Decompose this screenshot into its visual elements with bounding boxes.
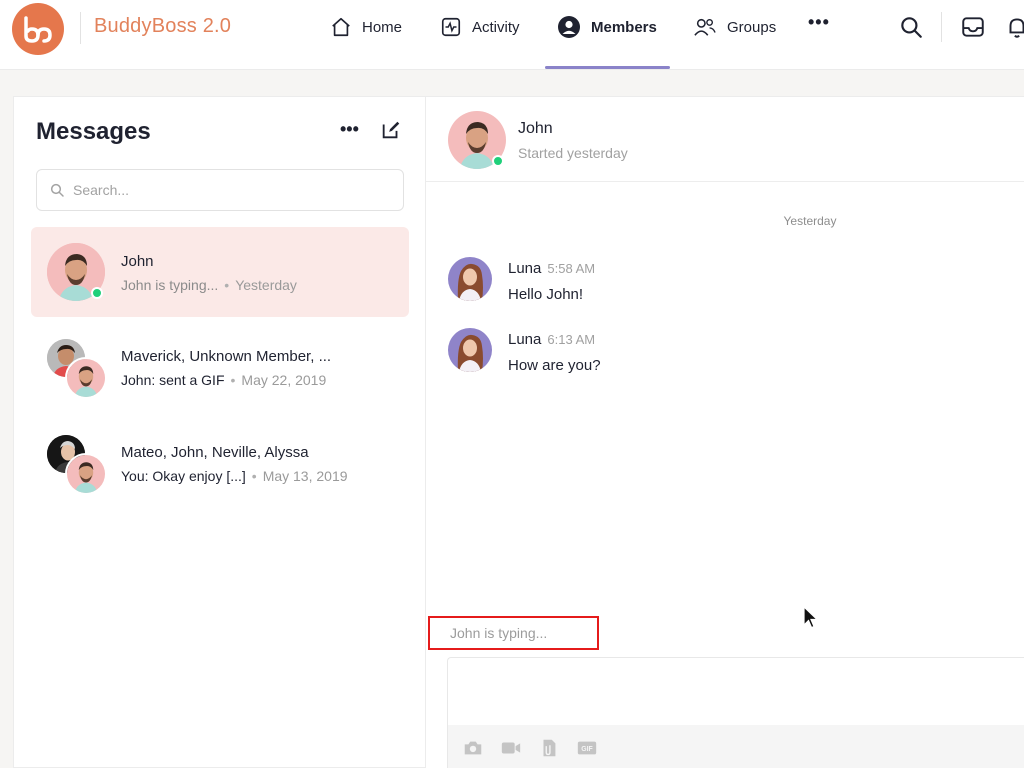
member-icon [558, 16, 580, 38]
inbox-icon[interactable] [960, 14, 986, 40]
thread-john[interactable]: John John is typing... • Yesterday [31, 227, 409, 317]
message-composer[interactable]: GIF [447, 657, 1024, 768]
message-time: 6:13 AM [547, 332, 596, 347]
message-author-name[interactable]: Luna [508, 260, 541, 277]
groups-icon [694, 18, 716, 36]
messages-panel: Messages ••• John John is typing...•Yest… [13, 96, 425, 768]
nav-groups-label: Groups [727, 18, 777, 36]
svg-text:GIF: GIF [581, 746, 592, 753]
thread-date: May 22, 2019 [241, 372, 327, 388]
conversation-panel: John Started yesterday Yesterday Luna 5:5… [425, 96, 1024, 768]
typing-indicator: John is typing... [428, 616, 599, 650]
message-text: Hello John! [508, 286, 584, 303]
bell-icon[interactable] [1004, 14, 1024, 40]
conversation-name[interactable]: John [518, 120, 553, 138]
avatar[interactable] [448, 328, 492, 372]
message-author: Luna 6:13 AM [508, 331, 595, 348]
online-status-indicator [91, 287, 103, 299]
buddyboss-logo-icon[interactable] [12, 3, 64, 55]
header-divider [941, 12, 942, 42]
nav-home[interactable]: Home [330, 12, 402, 42]
active-nav-indicator [545, 66, 670, 69]
document-icon[interactable] [538, 737, 560, 759]
conversation-header: John Started yesterday [426, 97, 1024, 182]
video-icon[interactable] [500, 737, 522, 759]
nav-members[interactable]: Members [557, 12, 657, 42]
avatar [65, 453, 107, 495]
thread-excerpt-text: You: Okay enjoy [...] [121, 468, 246, 484]
search-field[interactable] [36, 169, 404, 211]
messages-options-icon[interactable]: ••• [340, 119, 359, 140]
thread-date: May 13, 2019 [262, 468, 348, 484]
gif-icon[interactable]: GIF [576, 737, 598, 759]
search-icon[interactable] [898, 14, 924, 40]
thread-excerpt: John is typing... • Yesterday [121, 277, 297, 293]
nav-home-label: Home [362, 18, 403, 36]
message-text: How are you? [508, 357, 601, 374]
search-icon [50, 183, 64, 197]
avatar[interactable] [448, 257, 492, 301]
nav-members-label: Members [591, 18, 657, 36]
search-input[interactable] [73, 182, 393, 198]
compose-icon[interactable] [380, 119, 402, 141]
thread-excerpt-text: John: sent a GIF [121, 372, 225, 388]
thread-maverick-group[interactable]: Maverick, Unknown Member, ... John: sent… [31, 323, 409, 413]
avatar [65, 357, 107, 399]
camera-icon[interactable] [462, 737, 484, 759]
nav-more-icon[interactable]: ••• [808, 12, 830, 33]
thread-name: John [121, 253, 154, 270]
activity-icon [441, 17, 461, 37]
online-status-indicator [492, 155, 504, 167]
thread-date: Yesterday [235, 277, 297, 293]
message-author-name[interactable]: Luna [508, 331, 541, 348]
conversation-subtitle: Started yesterday [518, 145, 628, 161]
nav-groups[interactable]: Groups [693, 12, 776, 42]
thread-name: Mateo, John, Neville, Alyssa [121, 444, 309, 461]
nav-activity[interactable]: Activity [440, 12, 520, 42]
thread-excerpt: John: sent a GIF • May 22, 2019 [121, 372, 327, 388]
nav-activity-label: Activity [472, 18, 520, 36]
thread-excerpt-text: John is typing... [121, 277, 219, 293]
site-title[interactable]: BuddyBoss 2.0 [94, 15, 231, 38]
messages-title: Messages [36, 118, 151, 145]
home-icon [332, 17, 350, 37]
composer-toolbar: GIF [448, 725, 1024, 768]
mouse-cursor-icon [803, 606, 818, 629]
message-author: Luna 5:58 AM [508, 260, 595, 277]
day-separator: Yesterday [783, 214, 837, 228]
thread-excerpt: You: Okay enjoy [...] • May 13, 2019 [121, 468, 348, 484]
brand-divider [80, 12, 81, 44]
thread-name: Maverick, Unknown Member, ... [121, 348, 332, 365]
thread-mateo-group[interactable]: Mateo, John, Neville, Alyssa You: Okay e… [31, 419, 409, 509]
message-time: 5:58 AM [547, 261, 596, 276]
top-bar: BuddyBoss 2.0 Home Activity Members Grou… [0, 0, 1024, 70]
